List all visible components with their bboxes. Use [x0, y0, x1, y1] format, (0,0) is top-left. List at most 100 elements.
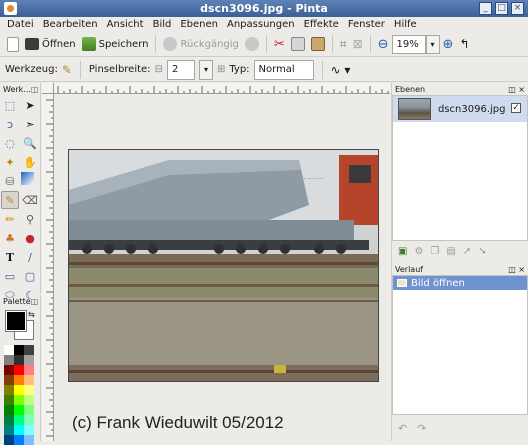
line-curve-icon[interactable]: ∕: [21, 248, 39, 266]
palette-swatch[interactable]: [24, 435, 34, 445]
paintbrush-tool-icon[interactable]: ✎: [1, 191, 19, 209]
menu-fenster[interactable]: Fenster: [348, 19, 385, 30]
magic-wand-icon[interactable]: ✦: [1, 153, 19, 171]
zoom-dropdown[interactable]: ▾: [425, 34, 440, 54]
ellipse-select-icon[interactable]: ◌: [1, 134, 19, 152]
deselect-button[interactable]: ⊠: [350, 34, 366, 55]
menu-bild[interactable]: Bild: [153, 19, 172, 30]
save-button[interactable]: Speichern: [79, 34, 152, 55]
eraser-icon[interactable]: ⌫: [21, 191, 39, 209]
menu-datei[interactable]: Datei: [7, 19, 34, 30]
recolor-icon[interactable]: ●: [21, 229, 39, 247]
decrease-icon[interactable]: ⊟: [155, 64, 163, 75]
maximize-button[interactable]: □: [495, 2, 508, 15]
menu-ebenen[interactable]: Ebenen: [180, 19, 218, 30]
palette-swatch[interactable]: [24, 345, 34, 355]
palette-swatch[interactable]: [4, 435, 14, 445]
rotate-button[interactable]: ↰: [456, 34, 472, 55]
gradient-icon[interactable]: [21, 172, 34, 185]
history-redo-icon[interactable]: ↷: [417, 422, 426, 435]
brush-width-input[interactable]: 2: [166, 59, 195, 80]
text-icon[interactable]: T: [1, 248, 19, 266]
zoom-icon[interactable]: 🔍: [21, 134, 39, 152]
move-layer-down-icon[interactable]: ➘: [478, 246, 486, 257]
palette-swatch[interactable]: [24, 395, 34, 405]
palette-swatch[interactable]: [24, 425, 34, 435]
rounded-rectangle-icon[interactable]: ▢: [21, 267, 39, 285]
palette-swatch[interactable]: [4, 395, 14, 405]
layer-row[interactable]: dscn3096.jpg ✓: [393, 96, 527, 122]
open-button[interactable]: Öffnen: [22, 34, 79, 55]
palette-swatch[interactable]: [4, 415, 14, 425]
menu-bearbeiten[interactable]: Bearbeiten: [43, 19, 98, 30]
pencil-icon[interactable]: ✏: [1, 210, 19, 228]
palette-swatch[interactable]: [14, 435, 24, 445]
palette-swatch[interactable]: [4, 375, 14, 385]
add-layer-icon[interactable]: ▣: [398, 246, 407, 257]
paint-bucket-icon[interactable]: ⛁: [1, 172, 19, 190]
paste-button[interactable]: [308, 34, 328, 55]
crop-button[interactable]: ⌗: [337, 34, 350, 55]
color-picker-icon[interactable]: ⚲: [21, 210, 39, 228]
delete-layer-icon[interactable]: ▤: [446, 246, 455, 257]
close-button[interactable]: ×: [511, 2, 524, 15]
menu-effekte[interactable]: Effekte: [304, 19, 339, 30]
copy-button[interactable]: [288, 34, 308, 55]
new-button[interactable]: [4, 34, 22, 55]
menu-ansicht[interactable]: Ansicht: [107, 19, 144, 30]
history-undo-icon[interactable]: ↶: [398, 422, 407, 435]
palette-swatch[interactable]: [4, 355, 14, 365]
cut-button[interactable]: ✂: [271, 34, 288, 55]
zoom-out-button[interactable]: ⊖: [375, 34, 392, 55]
rectangle-icon[interactable]: ▭: [1, 267, 19, 285]
move-selected-icon[interactable]: ➤: [21, 96, 39, 114]
history-item[interactable]: Bild öffnen: [393, 276, 527, 290]
minimize-button[interactable]: _: [479, 2, 492, 15]
palette-swatch[interactable]: [14, 405, 24, 415]
zoom-input[interactable]: 19%: [391, 34, 426, 54]
layer-properties-icon[interactable]: ⚙: [414, 246, 423, 257]
palette-swatch[interactable]: [14, 355, 24, 365]
palette-swatch[interactable]: [24, 415, 34, 425]
duplicate-layer-icon[interactable]: ❐: [430, 246, 439, 257]
train-photo: ·· ··· ···· ···: [69, 150, 378, 381]
palette-swatch[interactable]: [14, 415, 24, 425]
palette-swatch[interactable]: [14, 425, 24, 435]
palette-swatch[interactable]: [4, 385, 14, 395]
menu-hilfe[interactable]: Hilfe: [394, 19, 417, 30]
palette-swatch[interactable]: [14, 375, 24, 385]
palette-swatch[interactable]: [4, 345, 14, 355]
palette-swatch[interactable]: [14, 365, 24, 375]
redo-button[interactable]: [242, 34, 262, 55]
palette-swatch[interactable]: [24, 375, 34, 385]
palette-swatch[interactable]: [24, 385, 34, 395]
pan-icon[interactable]: ✋: [21, 153, 39, 171]
menu-anpassungen[interactable]: Anpassungen: [227, 19, 295, 30]
palette-swatch[interactable]: [14, 395, 24, 405]
move-selection-icon[interactable]: ➣: [21, 115, 39, 133]
rectangle-select-icon[interactable]: ⬚: [1, 96, 19, 114]
swap-colors-icon[interactable]: ⇆: [28, 310, 35, 319]
image-canvas[interactable]: ·· ··· ···· ···: [68, 149, 379, 382]
palette-swatch[interactable]: [4, 365, 14, 375]
history-close-icon[interactable]: ◫ ×: [508, 265, 525, 274]
palette-swatch[interactable]: [14, 345, 24, 355]
zoom-in-button[interactable]: ⊕: [440, 34, 457, 55]
type-select[interactable]: Normal: [253, 59, 314, 80]
panel-close-icon[interactable]: ◫ ×: [508, 85, 525, 94]
brush-width-dropdown[interactable]: ▾: [198, 59, 213, 80]
palette-swatch[interactable]: [14, 385, 24, 395]
palette-swatch[interactable]: [24, 365, 34, 375]
clone-stamp-icon[interactable]: ♣: [1, 229, 19, 247]
primary-color-swatch[interactable]: [5, 310, 27, 332]
palette-swatch[interactable]: [4, 425, 14, 435]
layer-visibility-checkbox[interactable]: ✓: [511, 103, 521, 113]
lasso-icon[interactable]: ↄ: [1, 115, 19, 133]
increase-icon[interactable]: ⊞: [217, 64, 225, 75]
palette-swatch[interactable]: [24, 405, 34, 415]
palette-swatch[interactable]: [4, 405, 14, 415]
palette-swatch[interactable]: [24, 355, 34, 365]
undo-button[interactable]: Rückgängig: [160, 34, 241, 55]
move-layer-up-icon[interactable]: ➚: [463, 246, 471, 257]
antialias-icon[interactable]: ∿ ▾: [331, 63, 351, 77]
